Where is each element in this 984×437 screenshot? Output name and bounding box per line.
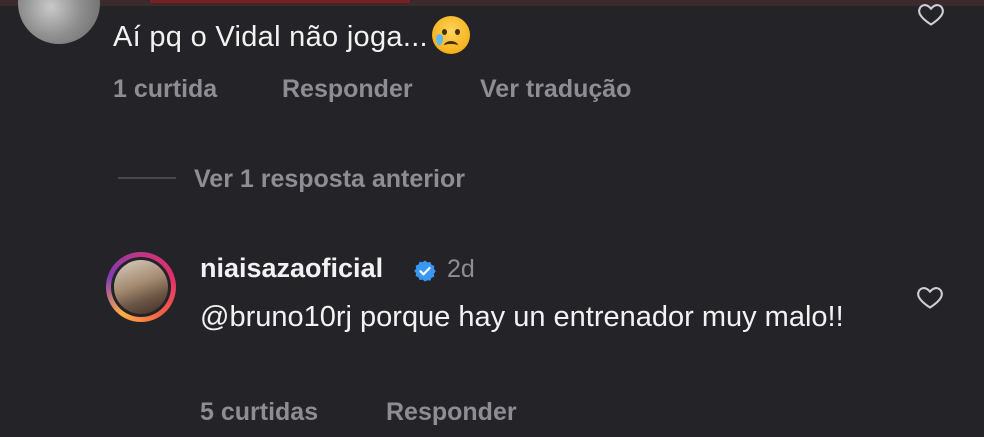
likes-count[interactable]: 5 curtidas [200,398,318,427]
reply-button[interactable]: Responder [386,398,517,427]
avatar[interactable] [18,0,100,44]
view-previous-replies-button[interactable]: Ver 1 resposta anterior [194,165,465,194]
translate-button[interactable]: Ver tradução [480,75,631,104]
comment-text-body: Aí pq o Vidal não joga... [113,21,428,53]
verified-badge-icon [413,259,437,283]
top-edge [0,0,984,6]
timestamp: 2d [447,255,475,283]
top-edge-accent [150,0,410,3]
likes-count[interactable]: 1 curtida [113,75,217,104]
crying-face-emoji-icon [431,16,470,54]
heart-icon[interactable] [915,283,945,311]
reply-button[interactable]: Responder [282,75,413,104]
comment-text: @bruno10rj porque hay un entrenador muy … [200,301,844,333]
avatar[interactable] [114,260,168,314]
username[interactable]: niaisazaoficial [200,253,383,284]
thread-divider [118,177,176,179]
heart-icon[interactable] [916,0,946,28]
comment-text: Aí pq o Vidal não joga... [113,16,470,54]
